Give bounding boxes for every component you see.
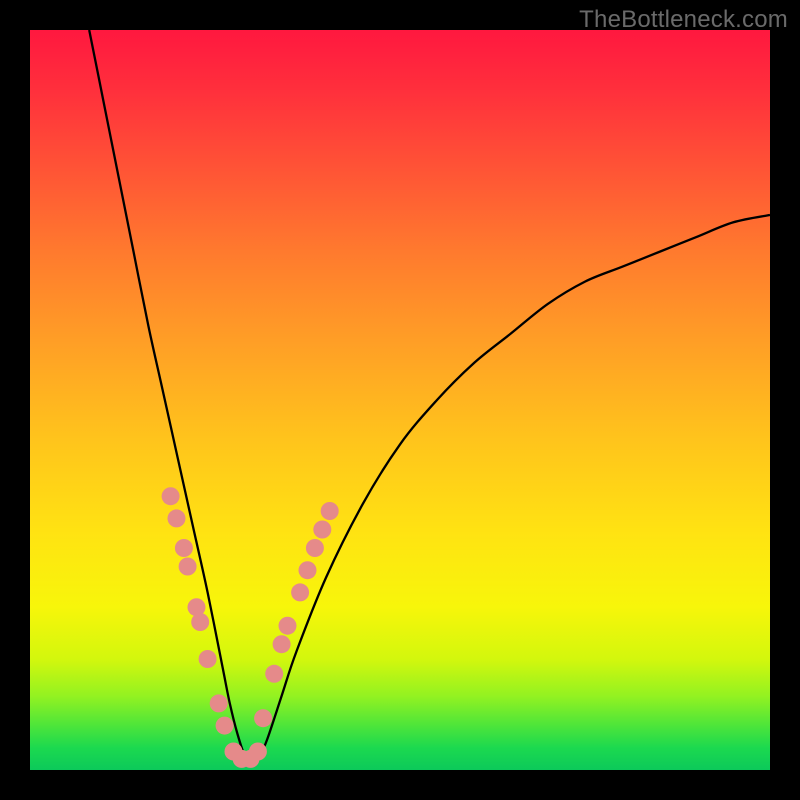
sample-dot [273, 635, 291, 653]
sample-dot [210, 694, 228, 712]
sample-dot [291, 583, 309, 601]
sample-dot [299, 561, 317, 579]
sample-dot [199, 650, 217, 668]
sample-dot [254, 709, 272, 727]
sample-dot [321, 502, 339, 520]
bottleneck-curve [89, 30, 770, 763]
sample-dot [162, 487, 180, 505]
sample-dot [191, 613, 209, 631]
chart-svg [30, 30, 770, 770]
sample-dot [168, 509, 186, 527]
sample-dots [162, 487, 339, 768]
sample-dot [179, 558, 197, 576]
sample-dot [249, 743, 267, 761]
plot-area [30, 30, 770, 770]
attribution-label: TheBottleneck.com [579, 6, 788, 34]
chart-frame: TheBottleneck.com [0, 0, 800, 800]
sample-dot [306, 539, 324, 557]
sample-dot [279, 617, 297, 635]
sample-dot [313, 521, 331, 539]
sample-dot [175, 539, 193, 557]
sample-dot [265, 665, 283, 683]
sample-dot [216, 717, 234, 735]
